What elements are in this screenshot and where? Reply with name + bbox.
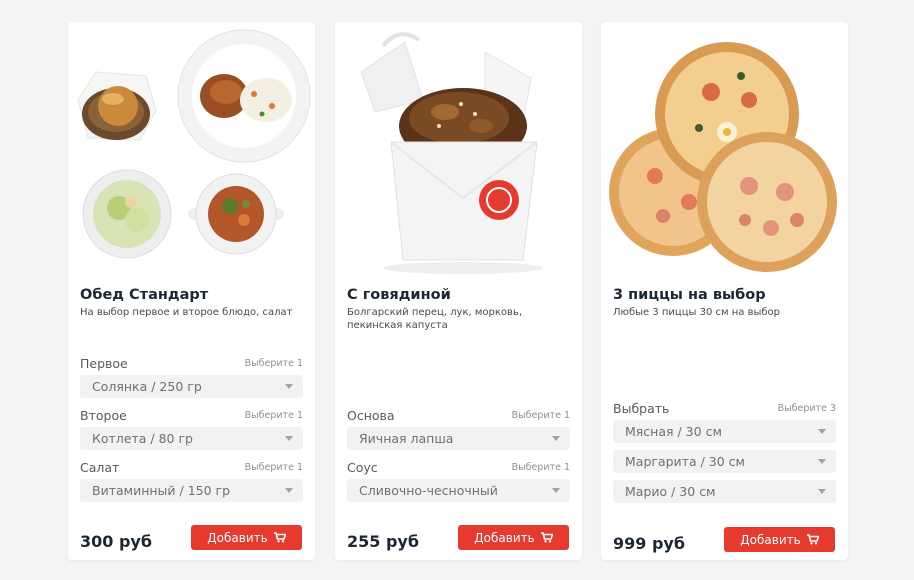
select-pizza-2[interactable]: Маргарита / 30 см <box>613 450 836 473</box>
select-pizza-3[interactable]: Марио / 30 см <box>613 480 836 503</box>
select-value: Мясная / 30 см <box>625 424 722 439</box>
product-description: Любые 3 пиццы 30 см на выбор <box>613 307 780 318</box>
select-pizza-1[interactable]: Мясная / 30 см <box>613 420 836 443</box>
option-hint-second: Выберите 1 <box>244 410 303 421</box>
add-button-label: Добавить <box>474 530 535 545</box>
select-value: Витаминный / 150 гр <box>92 483 231 498</box>
select-salad[interactable]: Витаминный / 150 гр <box>80 479 303 502</box>
option-label-salad: Салат <box>80 460 120 475</box>
chevron-down-icon <box>818 489 826 494</box>
option-hint-choose: Выберите 3 <box>777 403 836 414</box>
product-title: С говядиной <box>347 287 451 303</box>
option-label-base: Основа <box>347 408 395 423</box>
product-title: 3 пиццы на выбор <box>613 287 766 303</box>
select-value: Сливочно-чесночный <box>359 483 498 498</box>
shopping-cart-icon <box>273 532 286 543</box>
select-value: Яичная лапша <box>359 431 454 446</box>
option-hint-first: Выберите 1 <box>244 358 303 369</box>
product-card-three-pizzas: 3 пиццы на выбор Любые 3 пиццы 30 см на … <box>601 22 848 560</box>
noodle-box-image <box>360 32 543 274</box>
shopping-cart-icon <box>806 534 819 545</box>
add-button-label: Добавить <box>207 530 268 545</box>
pizzas-image <box>609 42 837 272</box>
product-description: Болгарский перец, лук, морковь, пекинска… <box>347 307 523 331</box>
select-value: Марио / 30 см <box>625 484 716 499</box>
add-to-cart-button[interactable]: Добавить <box>724 527 835 552</box>
add-to-cart-button[interactable]: Добавить <box>458 525 569 550</box>
select-first-course[interactable]: Солянка / 250 гр <box>80 375 303 398</box>
option-hint-base: Выберите 1 <box>511 410 570 421</box>
product-card-beef-noodles: С говядиной Болгарский перец, лук, морко… <box>335 22 582 560</box>
shopping-cart-icon <box>540 532 553 543</box>
chevron-down-icon <box>818 459 826 464</box>
chevron-down-icon <box>552 488 560 493</box>
product-price: 999 руб <box>613 534 686 553</box>
option-label-sauce: Соус <box>347 460 378 475</box>
select-base[interactable]: Яичная лапша <box>347 427 570 450</box>
add-to-cart-button[interactable]: Добавить <box>191 525 302 550</box>
option-label-first: Первое <box>80 356 128 371</box>
product-title: Обед Стандарт <box>80 287 209 303</box>
product-description: На выбор первое и второе блюдо, салат <box>80 307 293 318</box>
chevron-down-icon <box>285 384 293 389</box>
chevron-down-icon <box>285 488 293 493</box>
select-value: Маргарита / 30 см <box>625 454 745 469</box>
select-second-course[interactable]: Котлета / 80 гр <box>80 427 303 450</box>
chevron-down-icon <box>552 436 560 441</box>
select-value: Солянка / 250 гр <box>92 379 202 394</box>
option-hint-sauce: Выберите 1 <box>511 462 570 473</box>
chevron-down-icon <box>285 436 293 441</box>
add-button-label: Добавить <box>740 532 801 547</box>
product-card-lunch: Обед Стандарт На выбор первое и второе б… <box>68 22 315 560</box>
select-sauce[interactable]: Сливочно-чесночный <box>347 479 570 502</box>
product-price: 255 руб <box>347 532 420 551</box>
chevron-down-icon <box>818 429 826 434</box>
product-price: 300 руб <box>80 532 153 551</box>
option-label-choose: Выбрать <box>613 401 670 416</box>
option-hint-salad: Выберите 1 <box>244 462 303 473</box>
select-value: Котлета / 80 гр <box>92 431 193 446</box>
lunch-image <box>77 29 311 259</box>
option-label-second: Второе <box>80 408 127 423</box>
